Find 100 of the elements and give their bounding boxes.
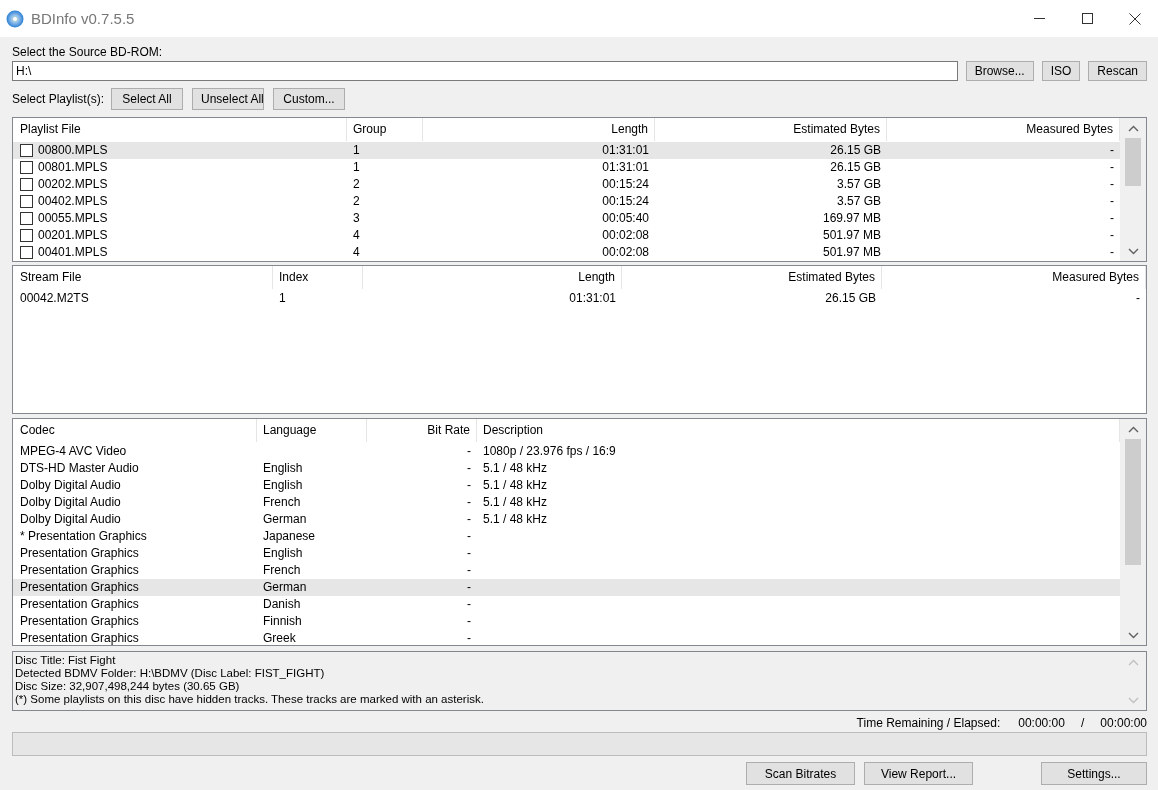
table-cell: 00402.MPLS — [38, 193, 108, 210]
table-row[interactable]: Dolby Digital Audio French - 5.1 / 48 kHz — [13, 494, 1120, 511]
column-header[interactable]: Language — [257, 419, 367, 442]
column-header[interactable]: Estimated Bytes — [622, 266, 882, 289]
table-cell: 00202.MPLS — [38, 176, 108, 193]
custom-button[interactable]: Custom... — [273, 88, 346, 110]
table-cell: 1080p / 23.976 fps / 16:9 — [483, 443, 616, 460]
table-row[interactable]: Presentation Graphics French - — [13, 562, 1120, 579]
table-cell: - — [467, 477, 471, 494]
table-row[interactable]: Presentation Graphics English - — [13, 545, 1120, 562]
checkbox[interactable] — [20, 195, 33, 208]
table-row[interactable]: 00800.MPLS 1 01:31:01 26.15 GB - — [13, 142, 1120, 159]
maximize-icon — [1081, 13, 1093, 24]
scroll-up-icon[interactable] — [1127, 425, 1139, 433]
source-path-field[interactable]: H:\ — [12, 61, 958, 81]
table-row[interactable]: Dolby Digital Audio English - 5.1 / 48 kHz — [13, 477, 1120, 494]
table-cell: Dolby Digital Audio — [20, 494, 121, 511]
table-cell: Dolby Digital Audio — [20, 511, 121, 528]
table-cell: 01:31:01 — [569, 290, 616, 307]
info-text: Disc Size: 32,907,498,244 bytes (30.65 GB) — [15, 680, 241, 693]
table-row[interactable]: 00202.MPLS 2 00:15:24 3.57 GB - — [13, 176, 1120, 193]
scroll-down-icon[interactable] — [1127, 247, 1139, 255]
table-row[interactable]: * Presentation Graphics Japanese - — [13, 528, 1120, 545]
scroll-down-icon[interactable] — [1127, 631, 1139, 639]
table-cell: 26.15 GB — [830, 159, 881, 176]
table-row[interactable]: 00042.M2TS 1 01:31:01 26.15 GB - — [13, 290, 1146, 307]
table-row[interactable]: 00401.MPLS 4 00:02:08 501.97 MB - — [13, 244, 1120, 261]
info-text: Disc Title: Fist Fight — [15, 654, 117, 667]
column-header[interactable]: Codec — [13, 419, 257, 442]
scrollbar-thumb[interactable] — [1125, 439, 1141, 565]
unselect-all-button[interactable]: Unselect All — [192, 88, 265, 110]
table-cell: 5.1 / 48 kHz — [483, 494, 548, 511]
browse-button[interactable]: Browse... — [965, 61, 1034, 81]
scrollbar[interactable] — [1120, 419, 1146, 645]
scroll-up-icon[interactable] — [1127, 124, 1139, 132]
time-separator: / — [1080, 715, 1085, 730]
column-header[interactable]: Index — [273, 266, 363, 289]
table-cell: 5.1 / 48 kHz — [483, 477, 548, 494]
table-cell: - — [467, 443, 471, 460]
table-row[interactable]: DTS-HD Master Audio English - 5.1 / 48 kHz — [13, 460, 1120, 477]
column-header[interactable]: Measured Bytes — [882, 266, 1146, 289]
table-cell: - — [467, 613, 471, 630]
table-cell: German — [263, 511, 307, 528]
table-cell: MPEG-4 AVC Video — [20, 443, 127, 460]
table-cell: - — [467, 579, 471, 596]
table-cell: 00:15:24 — [602, 176, 649, 193]
table-row[interactable]: 00055.MPLS 3 00:05:40 169.97 MB - — [13, 210, 1120, 227]
scan-bitrates-button[interactable]: Scan Bitrates — [746, 762, 855, 785]
column-header[interactable]: Length — [423, 118, 655, 141]
disc-icon — [6, 9, 24, 28]
table-cell: 169.97 MB — [822, 210, 881, 227]
table-cell: French — [263, 562, 301, 579]
checkbox[interactable] — [20, 178, 33, 191]
view-report-button[interactable]: View Report... — [864, 762, 973, 785]
table-cell: 5.1 / 48 kHz — [483, 511, 548, 528]
table-row[interactable]: MPEG-4 AVC Video - 1080p / 23.976 fps / 16:9 — [13, 443, 1120, 460]
checkbox[interactable] — [20, 161, 33, 174]
table-cell: 4 — [353, 227, 360, 244]
select-all-button[interactable]: Select All — [111, 88, 184, 110]
table-cell: English — [263, 545, 303, 562]
table-cell: 01:31:01 — [602, 159, 649, 176]
checkbox[interactable] — [20, 246, 33, 259]
rescan-button[interactable]: Rescan — [1088, 61, 1147, 81]
table-row[interactable]: Presentation Graphics Finnish - — [13, 613, 1120, 630]
table-row[interactable]: Presentation Graphics Greek - — [13, 630, 1120, 645]
table-cell: 00055.MPLS — [38, 210, 108, 227]
time-label: Time Remaining / Elapsed: — [856, 715, 1001, 730]
column-header[interactable]: Stream File — [13, 266, 273, 289]
table-cell: 501.97 MB — [822, 227, 881, 244]
iso-button[interactable]: ISO — [1041, 61, 1081, 81]
column-header[interactable]: Bit Rate — [367, 419, 477, 442]
table-row[interactable]: 00201.MPLS 4 00:02:08 501.97 MB - — [13, 227, 1120, 244]
table-row[interactable]: Dolby Digital Audio German - 5.1 / 48 kHz — [13, 511, 1120, 528]
column-header[interactable]: Estimated Bytes — [655, 118, 887, 141]
checkbox[interactable] — [20, 144, 33, 157]
table-cell: 01:31:01 — [602, 142, 649, 159]
table-cell: 4 — [353, 244, 360, 261]
scrollbar-thumb[interactable] — [1125, 138, 1141, 186]
column-header[interactable]: Length — [363, 266, 622, 289]
table-cell: Presentation Graphics — [20, 562, 139, 579]
table-cell: - — [467, 562, 471, 579]
column-header[interactable]: Playlist File — [13, 118, 347, 141]
time-elapsed: 00:00:00 — [1100, 715, 1147, 730]
table-row[interactable]: 00402.MPLS 2 00:15:24 3.57 GB - — [13, 193, 1120, 210]
table-cell: - — [467, 528, 471, 545]
column-header[interactable]: Group — [347, 118, 423, 141]
table-row[interactable]: Presentation Graphics German - — [13, 579, 1120, 596]
table-cell: 00042.M2TS — [20, 290, 89, 307]
scrollbar[interactable] — [1120, 118, 1146, 261]
table-cell: 00800.MPLS — [38, 142, 108, 159]
minimize-icon — [1033, 18, 1045, 19]
table-cell: Dolby Digital Audio — [20, 477, 121, 494]
table-row[interactable]: 00801.MPLS 1 01:31:01 26.15 GB - — [13, 159, 1120, 176]
table-row[interactable]: Presentation Graphics Danish - — [13, 596, 1120, 613]
settings-button[interactable]: Settings... — [1041, 762, 1147, 785]
table-cell: 00:15:24 — [602, 193, 649, 210]
table-cell: - — [1110, 210, 1114, 227]
time-remaining: 00:00:00 — [1018, 715, 1065, 730]
checkbox[interactable] — [20, 212, 33, 225]
checkbox[interactable] — [20, 229, 33, 242]
